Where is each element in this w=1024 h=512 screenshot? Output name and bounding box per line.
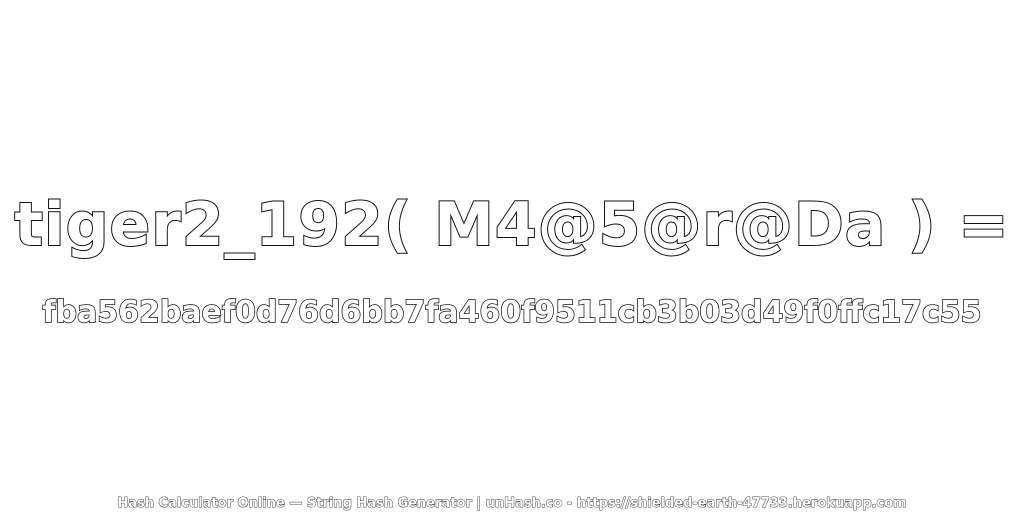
hash-image-canvas: tiger2_192( M4@5@r@Da ) = fba562baef0d76… — [0, 0, 1024, 512]
hash-value: fba562baef0d76d6bb7fa460f9511cb3b03d49f0… — [42, 294, 983, 331]
hash-function-title: tiger2_192( M4@5@r@Da ) = — [13, 189, 1010, 261]
footer-credit: Hash Calculator Online — String Hash Gen… — [117, 496, 907, 512]
